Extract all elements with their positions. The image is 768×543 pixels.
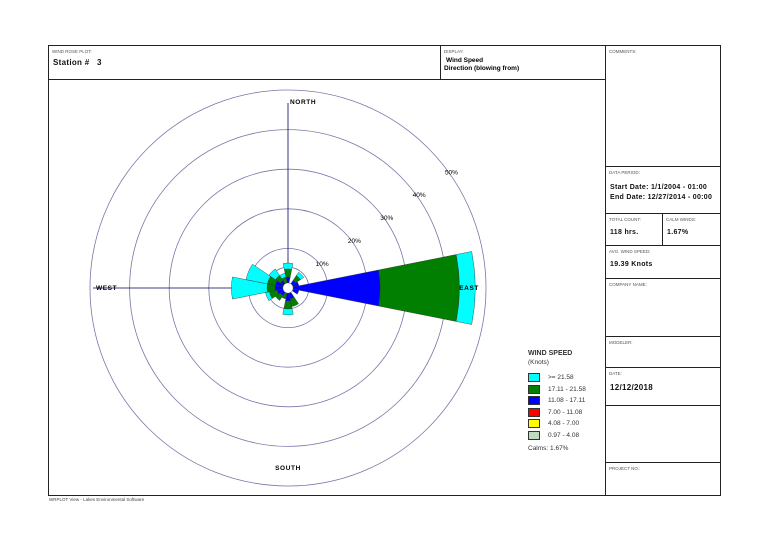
legend-calms: Calms: 1.67% [528, 445, 569, 452]
total-count-cell: TOTAL COUNT: 118 hrs. [605, 213, 663, 246]
legend-swatch [528, 419, 540, 428]
legend-title: WIND SPEED [528, 350, 573, 357]
legend-swatch [528, 407, 540, 417]
legend-label: 17.11 - 21.58 [548, 385, 586, 393]
date-cell: DATE: 12/12/2018 [605, 367, 721, 406]
start-date: Start Date: 1/1/2004 - 01:00 [610, 184, 708, 191]
ring-label-50%: 50% [445, 169, 458, 176]
ring-label-30%: 30% [380, 215, 393, 222]
date-label: DATE: [609, 371, 622, 376]
avg-speed: 19.39 Knots [610, 261, 653, 268]
ring-label-10%: 10% [316, 261, 329, 268]
petal-E-band-2 [292, 269, 381, 307]
avg-speed-cell: AVG. WIND SPEED: 19.39 Knots [605, 245, 721, 279]
project-label: PROJECT NO.: [609, 466, 641, 471]
ring-label-40%: 40% [413, 192, 426, 199]
legend-swatch [528, 384, 540, 394]
legend-label: 7.00 - 11.08 [548, 408, 583, 416]
company-label: COMPANY NAME: [609, 282, 647, 287]
calm-winds-cell: CALM WINDS: 1.67% [662, 213, 721, 246]
data-period-cell: DATA PERIOD: Start Date: 1/1/2004 - 01:0… [605, 166, 721, 214]
total-count: 118 hrs. [610, 229, 639, 236]
ring-label-20%: 20% [348, 238, 361, 245]
project-cell: PROJECT NO.: [605, 462, 721, 496]
display-line2: Direction (blowing from) [444, 65, 520, 72]
comments-cell: COMMENTS: [605, 45, 721, 167]
petal-N-band-0 [282, 262, 294, 270]
modeler-cell: MODELER: [605, 336, 721, 368]
petal-E-band-1 [378, 254, 460, 322]
footer-text: WRPLOT View - Lakes Environmental Softwa… [49, 497, 145, 502]
display-line1: Wind Speed [446, 57, 484, 64]
company-cell: COMPANY NAME: [605, 278, 721, 337]
legend-swatch [528, 396, 540, 405]
avg-speed-label: AVG. WIND SPEED: [609, 249, 651, 254]
station-name: Station # 3 [53, 58, 102, 67]
petal-ESE-band-2 [292, 288, 300, 295]
label-east: EAST [459, 285, 479, 292]
station-cell: WIND ROSE PLOT: Station # 3 [48, 45, 441, 80]
label-north: NORTH [290, 99, 316, 106]
legend-swatch [528, 430, 540, 440]
blank-cell [605, 405, 721, 463]
plot-label: WIND ROSE PLOT: [52, 49, 92, 54]
label-west: WEST [96, 285, 117, 292]
legend-label: 4.08 - 7.00 [548, 420, 580, 427]
calm-winds: 1.67% [667, 229, 689, 236]
total-count-label: TOTAL COUNT: [609, 217, 641, 222]
data-period-label: DATA PERIOD: [609, 170, 640, 175]
legend-swatch [528, 373, 540, 382]
display-label: DISPLAY: [444, 49, 464, 54]
petal-S-band-0 [282, 308, 294, 316]
legend-label: 0.97 - 4.08 [548, 431, 580, 439]
wind-rose-report: WIND ROSE PLOT: Station # 3 DISPLAY: Win… [0, 0, 768, 543]
modeler-label: MODELER: [609, 340, 633, 345]
legend-units: (Knots) [528, 359, 549, 366]
petal-S-band-1 [283, 300, 293, 310]
wind-rose-chart: 10% 20% 30% 40% 50% NORTH SOUTH EAST WEST [89, 89, 487, 487]
calm-circle [282, 282, 294, 294]
end-date: End Date: 12/27/2014 - 00:00 [610, 194, 713, 201]
calm-winds-label: CALM WINDS: [666, 217, 697, 222]
legend-label: 11.08 - 17.11 [548, 397, 586, 404]
label-south: SOUTH [275, 465, 301, 472]
display-cell: DISPLAY: Wind Speed Direction (blowing f… [440, 45, 606, 80]
comments-label: COMMENTS: [609, 49, 637, 54]
date-value: 12/12/2018 [610, 383, 654, 392]
legend-label: >= 21.58 [548, 374, 574, 381]
